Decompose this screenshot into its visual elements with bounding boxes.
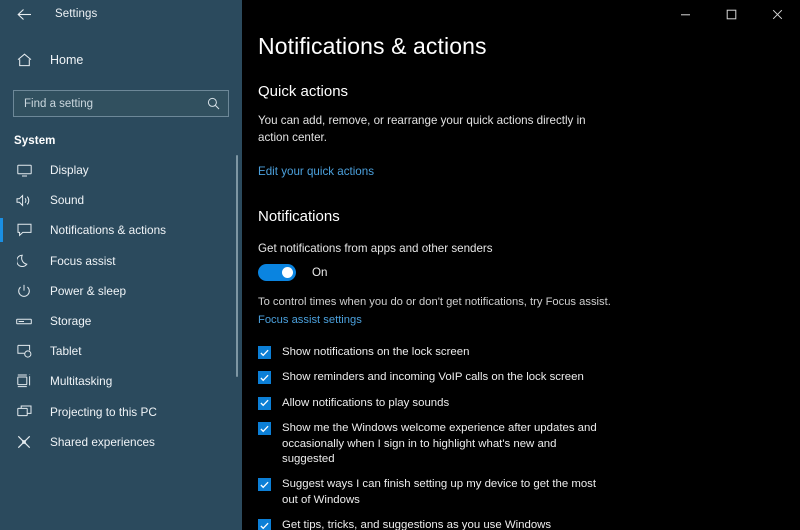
notifications-toggle[interactable]	[258, 263, 296, 281]
sidebar-item-shared-experiences[interactable]: Shared experiences	[0, 427, 242, 457]
checkbox-show-notifications-lock-screen[interactable]: Show notifications on the lock screen	[258, 345, 800, 360]
checkbox-show-reminders-voip[interactable]: Show reminders and incoming VoIP calls o…	[258, 370, 800, 385]
sidebar-item-multitasking[interactable]: Multitasking	[0, 366, 242, 396]
window-title: Settings	[55, 8, 98, 20]
sidebar-item-sound[interactable]: Sound	[0, 185, 242, 215]
maximize-icon[interactable]	[708, 0, 754, 28]
focus-assist-settings-link[interactable]: Focus assist settings	[258, 314, 362, 326]
sidebar-item-sound-label: Sound	[50, 193, 85, 208]
search-input[interactable]	[24, 97, 207, 110]
sidebar-item-display-label: Display	[50, 163, 89, 178]
sidebar: Settings Home System	[0, 0, 242, 530]
page-title: Notifications & actions	[258, 33, 487, 59]
sidebar-item-focus-assist[interactable]: Focus assist	[0, 246, 242, 276]
checkbox-label: Show me the Windows welcome experience a…	[282, 422, 597, 465]
main-content: Notifications & actions Quick actions Yo…	[242, 0, 800, 530]
multitasking-icon	[14, 371, 34, 391]
sidebar-item-storage[interactable]: Storage	[0, 306, 242, 336]
checkmark-icon[interactable]	[258, 396, 271, 410]
checkbox-label: Show notifications on the lock screen	[282, 346, 470, 358]
settings-page: Notifications & actions Quick actions Yo…	[242, 0, 800, 530]
checkmark-icon[interactable]	[258, 422, 271, 436]
moon-icon	[14, 251, 34, 271]
focus-assist-hint: To control times when you do or don't ge…	[258, 295, 611, 308]
checkbox-label: Allow notifications to play sounds	[282, 396, 450, 409]
toggle-knob	[282, 266, 293, 278]
sidebar-item-projecting-to-this-pc-label: Projecting to this PC	[50, 404, 157, 419]
checkmark-icon[interactable]	[258, 478, 271, 492]
sidebar-group-title: System	[14, 135, 56, 147]
sidebar-item-tablet[interactable]: Tablet	[0, 336, 242, 366]
back-arrow-icon[interactable]	[13, 3, 35, 25]
projecting-icon	[14, 402, 34, 422]
quick-actions-heading: Quick actions	[258, 83, 349, 101]
speaker-icon	[14, 190, 34, 210]
checkbox-tips-tricks-suggestions[interactable]: Get tips, tricks, and suggestions as you…	[258, 518, 800, 530]
sidebar-item-display[interactable]: Display	[0, 155, 242, 185]
checkbox-label: Get tips, tricks, and suggestions as you…	[282, 519, 552, 530]
sidebar-item-power-sleep[interactable]: Power & sleep	[0, 276, 242, 306]
shared-experiences-icon	[14, 432, 34, 452]
sidebar-item-notifications-actions-label: Notifications & actions	[50, 223, 167, 238]
storage-icon	[14, 311, 34, 331]
checkbox-windows-welcome-experience[interactable]: Show me the Windows welcome experience a…	[258, 421, 800, 467]
checkbox-suggest-finish-setup[interactable]: Suggest ways I can finish setting up my …	[258, 477, 800, 508]
sidebar-item-home-label: Home	[50, 53, 84, 67]
checkmark-icon[interactable]	[258, 371, 271, 385]
tablet-icon	[14, 341, 34, 361]
notifications-toggle-row: On	[258, 263, 800, 281]
sidebar-item-power-sleep-label: Power & sleep	[50, 283, 127, 298]
notification-bubble-icon	[14, 220, 34, 240]
search-box[interactable]	[13, 90, 229, 117]
quick-actions-description: You can add, remove, or rearrange your q…	[258, 114, 586, 145]
power-icon	[14, 281, 34, 301]
search-icon[interactable]	[207, 97, 220, 110]
sidebar-item-storage-label: Storage	[50, 314, 92, 329]
notifications-toggle-state: On	[312, 265, 328, 279]
notifications-toggle-label: Get notifications from apps and other se…	[258, 241, 493, 255]
sidebar-titlebar: Settings	[0, 0, 242, 28]
window-controls	[662, 0, 800, 28]
checkmark-icon[interactable]	[258, 346, 271, 359]
sidebar-item-multitasking-label: Multitasking	[50, 374, 113, 389]
sidebar-item-tablet-label: Tablet	[50, 344, 82, 359]
sidebar-item-projecting-to-this-pc[interactable]: Projecting to this PC	[0, 397, 242, 427]
checkbox-label: Show reminders and incoming VoIP calls o…	[282, 371, 584, 384]
checkmark-icon[interactable]	[258, 519, 271, 530]
edit-quick-actions-link[interactable]: Edit your quick actions	[258, 165, 374, 178]
sidebar-item-notifications-actions[interactable]: Notifications & actions	[0, 215, 242, 245]
sidebar-item-focus-assist-label: Focus assist	[50, 253, 116, 268]
sidebar-item-shared-experiences-label: Shared experiences	[50, 434, 155, 449]
monitor-icon	[14, 160, 34, 180]
notifications-heading: Notifications	[258, 207, 340, 225]
sidebar-scrollbar[interactable]	[236, 155, 238, 377]
settings-window: Settings Home System	[0, 0, 800, 530]
home-icon	[14, 50, 34, 70]
close-icon[interactable]	[754, 0, 800, 28]
notification-options-list: Show notifications on the lock screen Sh…	[258, 345, 800, 530]
minimize-icon[interactable]	[662, 0, 708, 28]
checkbox-allow-notification-sounds[interactable]: Allow notifications to play sounds	[258, 396, 800, 411]
sidebar-nav-list: Display Sound Notifications & actions Fo…	[0, 155, 242, 457]
sidebar-item-home[interactable]: Home	[0, 43, 242, 77]
checkbox-label: Suggest ways I can finish setting up my …	[282, 478, 597, 506]
